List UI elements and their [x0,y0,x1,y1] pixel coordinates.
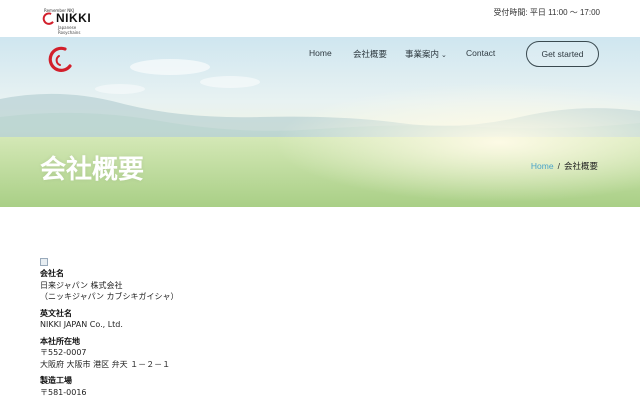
breadcrumb-current: 会社概要 [563,161,598,171]
nav-contact[interactable]: Contact [466,48,495,62]
chevron-down-icon: ⌄ [441,52,447,59]
logo-swoosh-icon [42,12,54,25]
nav-business[interactable]: 事業案内 ⌄ [405,48,447,62]
nav-business-label: 事業案内 [405,49,440,59]
hero-banner: Home 会社概要 事業案内 ⌄ Contact Get started 会社概要… [0,37,640,207]
headquarters-address: 大阪府 大阪市 港区 弁天 １－２－１ [40,359,171,369]
broken-image-icon [40,258,48,266]
factory-label: 製造工場 [40,376,72,385]
page-title: 会社概要 [40,155,145,185]
business-hours: 受付時間: 平日 11:00 ～ 17:00 [493,8,600,17]
breadcrumb: Home / 会社概要 [531,160,598,172]
company-name-label: 会社名 [40,269,64,278]
header-logo[interactable]: Remember NKJ NIKKI Japanese Rosychains [42,8,98,35]
english-name-label: 英文社名 [40,308,72,318]
nav-home[interactable]: Home [309,48,332,62]
company-name-value: 日来ジャパン 株式会社 [40,280,123,290]
top-bar: Remember NKJ NIKKI Japanese Rosychains 受… [0,0,640,37]
breadcrumb-separator: / [557,161,560,171]
company-name-kana: （ニッキジャパン カブシキガイシャ） [40,292,179,301]
breadcrumb-home[interactable]: Home [531,161,554,171]
logo-name: NIKKI [56,11,92,25]
company-profile: 会社名 日来ジャパン 株式会社 （ニッキジャパン カブシキガイシャ） 英文社名 … [40,258,600,398]
logo-icon[interactable] [48,46,74,72]
english-name-value: NIKKI JAPAN Co., Ltd. [40,320,123,329]
headquarters-label: 本社所在地 [40,336,80,346]
nav-about[interactable]: 会社概要 [353,48,387,62]
logo-subtitle: Japanese Rosychains [58,25,81,35]
factory-zip: 〒581-0016 [40,387,87,397]
headquarters-zip: 〒552-0007 [40,348,87,357]
get-started-button[interactable]: Get started [526,41,599,67]
